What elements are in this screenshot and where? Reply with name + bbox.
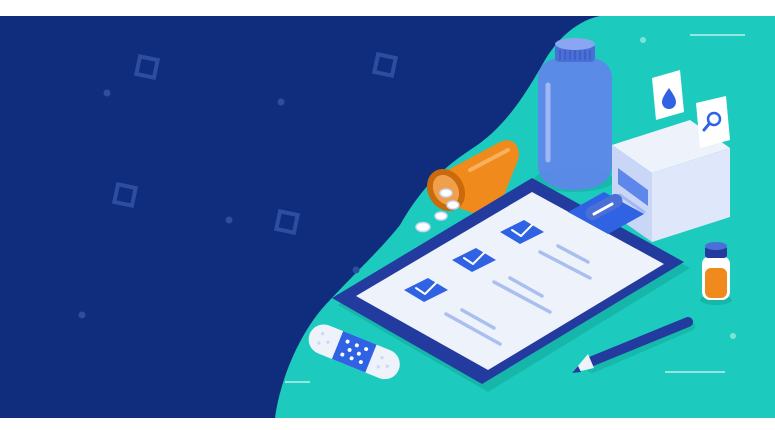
water-drop-card — [652, 70, 684, 120]
decor-dot-3 — [225, 216, 233, 224]
decor-dot-5 — [352, 266, 360, 274]
medical-checklist-illustration — [0, 16, 775, 418]
decor-dot-1 — [103, 89, 111, 97]
decor-dot-2 — [277, 98, 285, 106]
decor-dot-4 — [78, 311, 86, 319]
magnifier-card — [696, 96, 730, 148]
pill-icon — [439, 188, 453, 198]
illustration-canvas — [0, 0, 775, 430]
